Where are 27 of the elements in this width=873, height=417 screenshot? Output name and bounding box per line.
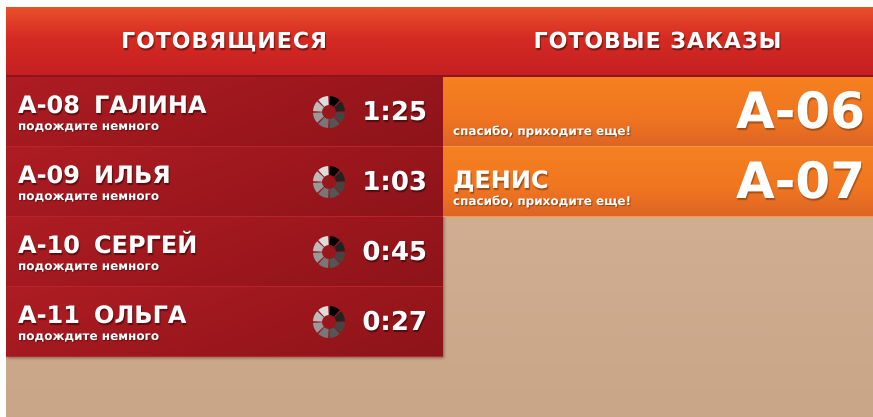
- order-number: А-10: [18, 230, 80, 258]
- spinner-icon: [312, 234, 346, 268]
- spinner-icon: [312, 304, 346, 338]
- order-note: спасибо, приходите еще!: [453, 124, 632, 138]
- timer: 1:03: [362, 166, 427, 196]
- order-number: А-09: [18, 160, 80, 188]
- order-number: А-06: [736, 82, 865, 140]
- timer: 0:27: [362, 306, 427, 336]
- order-note: подождите немного: [18, 188, 160, 202]
- order-note: спасибо, приходите еще!: [453, 194, 632, 208]
- order-note: подождите немного: [18, 328, 160, 342]
- spinner-icon: [312, 164, 346, 198]
- customer-name: ОЛЬГА: [94, 300, 186, 328]
- order-note: подождите немного: [18, 258, 160, 272]
- customer-name: ИЛЬЯ: [94, 160, 171, 188]
- spinner-icon: [312, 94, 346, 128]
- order-number: А-08: [18, 90, 80, 118]
- customer-name: ГАЛИНА: [94, 90, 206, 118]
- customer-name: ДЕНИС: [453, 166, 550, 194]
- order-note: подождите немного: [18, 118, 160, 132]
- timer: 0:45: [362, 236, 427, 266]
- column-title: ГОТОВЫЕ ЗАКАЗЫ: [534, 28, 782, 54]
- timer: 1:25: [362, 96, 427, 126]
- column-title: ГОТОВЯЩИЕСЯ: [121, 28, 328, 54]
- customer-name: СЕРГЕЙ: [94, 230, 198, 258]
- order-number: А-07: [736, 152, 865, 210]
- order-number: А-11: [18, 300, 80, 328]
